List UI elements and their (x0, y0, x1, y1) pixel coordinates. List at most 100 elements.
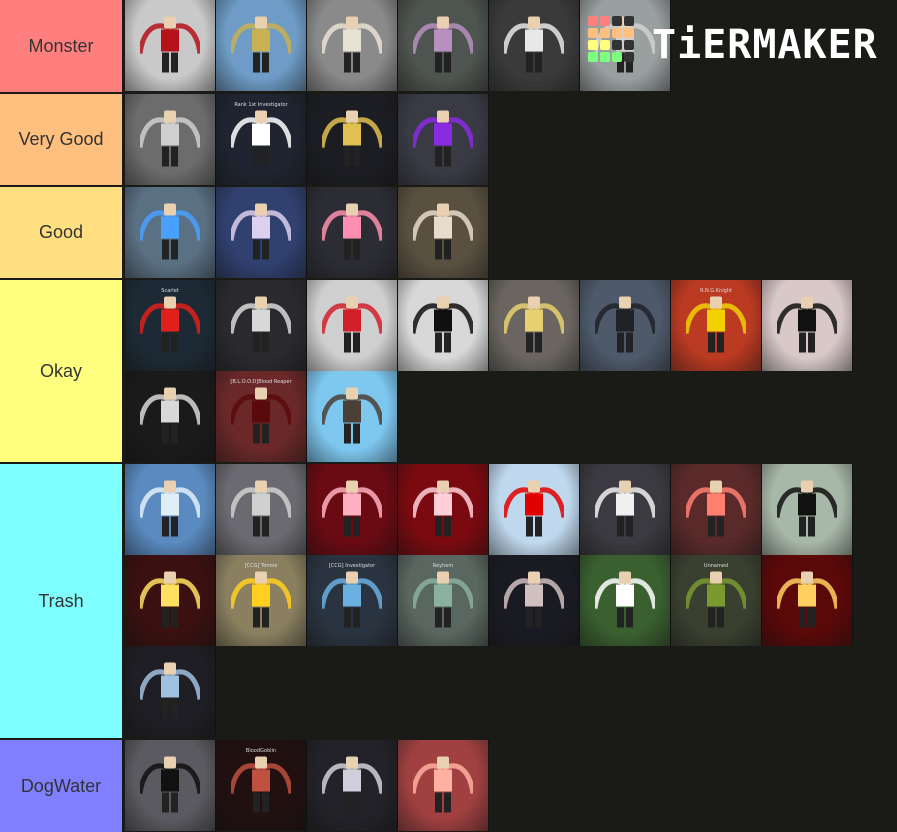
tier-item-image[interactable] (398, 740, 489, 831)
logo-grid-cell (612, 28, 622, 38)
tier-item-image[interactable] (125, 187, 216, 278)
tier-item-image[interactable] (125, 0, 216, 91)
logo-grid-cell (600, 52, 610, 62)
tier-item-image[interactable] (580, 280, 671, 371)
character-figure (410, 195, 476, 270)
tier-item-image[interactable]: [CCG] Investigator (307, 555, 398, 646)
tier-item-image[interactable] (307, 0, 398, 91)
tier-item-image[interactable]: [B.L.O.O.D]Blood Reaper (216, 371, 307, 462)
character-figure (410, 8, 476, 83)
tier-item-image[interactable]: Reyhem (398, 555, 489, 646)
in-game-nametag: R.N.G.Knight (700, 288, 732, 294)
character-figure (137, 472, 203, 547)
in-game-nametag: Unnamed (703, 563, 729, 569)
character-figure (774, 563, 840, 638)
tiermaker-wordmark: TiERMAKER (652, 22, 878, 68)
tier-item-image[interactable] (307, 187, 398, 278)
character-figure (319, 472, 385, 547)
tier-item-image[interactable] (216, 280, 307, 371)
tier-label[interactable]: Good (0, 187, 123, 278)
character-figure (137, 748, 203, 823)
character-figure (410, 102, 476, 177)
character-figure (501, 472, 567, 547)
character-figure (228, 195, 294, 270)
tier-label[interactable]: Okay (0, 280, 123, 462)
logo-grid-cell (624, 16, 634, 26)
character-figure (410, 748, 476, 823)
tier-items: [CCG] Tomoe [CCG] Investigator Reyhem Unnam… (125, 464, 853, 737)
tier-item-image[interactable] (125, 646, 216, 737)
tier-item-image[interactable] (489, 555, 580, 646)
tier-item-image[interactable] (398, 280, 489, 371)
logo-grid-cell (600, 16, 610, 26)
tier-item-image[interactable] (580, 464, 671, 555)
character-figure (228, 102, 294, 177)
tier-item-image[interactable] (125, 94, 216, 185)
tier-items: Rank 1st Investigator (125, 94, 853, 185)
tier-label[interactable]: DogWater (0, 740, 123, 832)
tier-item-image[interactable] (307, 94, 398, 185)
character-figure (501, 563, 567, 638)
tier-item-image[interactable] (307, 280, 398, 371)
tier-item-image[interactable] (307, 371, 398, 462)
tier-item-image[interactable] (307, 464, 398, 555)
character-figure (410, 563, 476, 638)
character-figure (410, 472, 476, 547)
character-figure (228, 379, 294, 454)
tier-item-image[interactable] (489, 0, 580, 91)
tier-item-image[interactable] (125, 371, 216, 462)
tier-label[interactable]: Trash (0, 464, 123, 738)
character-figure (501, 288, 567, 363)
tier-item-image[interactable] (580, 555, 671, 646)
character-figure (228, 748, 294, 823)
tier-item-image[interactable]: BloodGoblin (216, 740, 307, 831)
tier-label[interactable]: Very Good (0, 94, 123, 185)
tier-item-image[interactable] (489, 280, 580, 371)
character-figure (228, 472, 294, 547)
tier-item-image[interactable] (125, 555, 216, 646)
tier-item-image[interactable] (489, 464, 580, 555)
tier-row: Okay Scarlet R.N.G.Knight [B.L.O.O.D]Blood … (0, 280, 897, 462)
tier-item-image[interactable] (216, 187, 307, 278)
logo-grid-cell (588, 52, 598, 62)
character-figure (319, 195, 385, 270)
tier-item-image[interactable] (216, 0, 307, 91)
character-figure (319, 748, 385, 823)
tier-item-image[interactable] (671, 464, 762, 555)
in-game-nametag: Scarlet (161, 288, 179, 294)
in-game-nametag: [CCG] Investigator (328, 563, 376, 569)
logo-grid-cell (612, 16, 622, 26)
character-figure (137, 195, 203, 270)
logo-grid-cell (624, 40, 634, 50)
character-figure (228, 288, 294, 363)
tier-list-board: Monster Very Good Rank 1st Investigator Goo… (0, 0, 897, 832)
tier-item-image[interactable]: Unnamed (671, 555, 762, 646)
tier-item-image[interactable] (216, 464, 307, 555)
character-figure (137, 379, 203, 454)
character-figure (137, 654, 203, 729)
tier-item-image[interactable]: R.N.G.Knight (671, 280, 762, 371)
tier-item-image[interactable] (398, 464, 489, 555)
tier-item-image[interactable] (762, 555, 853, 646)
tier-item-image[interactable] (125, 740, 216, 831)
character-figure (137, 102, 203, 177)
tier-item-image[interactable]: Scarlet (125, 280, 216, 371)
character-figure (592, 563, 658, 638)
tier-item-image[interactable] (125, 464, 216, 555)
tier-row: Trash [CCG] Tomoe [CCG] Investigator Reyhem… (0, 464, 897, 738)
tier-item-image[interactable] (398, 187, 489, 278)
tier-item-image[interactable] (398, 94, 489, 185)
character-figure (774, 472, 840, 547)
tier-item-image[interactable] (762, 280, 853, 371)
tier-row: Good (0, 187, 897, 278)
tier-item-image[interactable]: Rank 1st Investigator (216, 94, 307, 185)
tier-item-image[interactable] (398, 0, 489, 91)
tier-label[interactable]: Monster (0, 0, 123, 92)
tier-item-image[interactable] (762, 464, 853, 555)
logo-grid-cell (612, 52, 622, 62)
tier-item-image[interactable]: [CCG] Tomoe (216, 555, 307, 646)
logo-grid-cell (624, 28, 634, 38)
logo-grid-cell (600, 28, 610, 38)
tier-item-image[interactable] (307, 740, 398, 831)
character-figure (319, 379, 385, 454)
